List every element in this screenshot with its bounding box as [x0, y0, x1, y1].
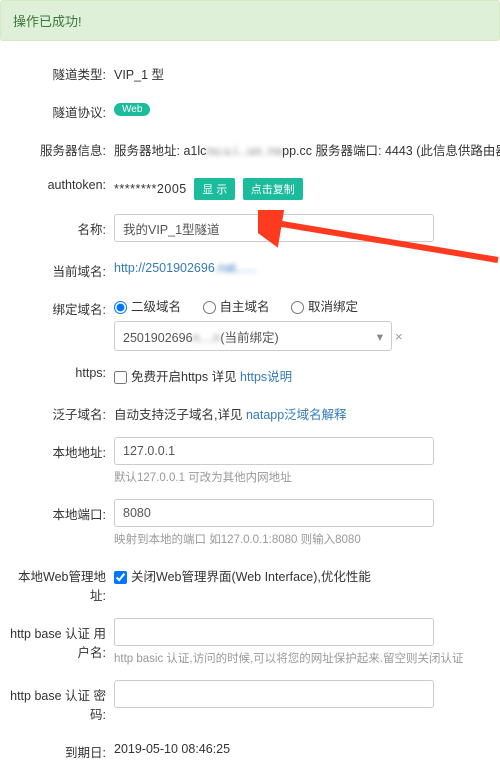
web-admin-checkbox[interactable] [114, 571, 127, 584]
label-https: https: [6, 361, 114, 380]
web-admin-checkbox-label[interactable]: 关闭Web管理界面(Web Interface),优化性能 [114, 570, 371, 584]
radio-unbind[interactable]: 取消绑定 [291, 300, 358, 314]
wildcard-text: 自动支持泛子域名,详见 [114, 408, 246, 422]
server-addr-suffix: pp.cc 服务器端口: 4443 (此信息供路由器插件 [282, 144, 500, 158]
label-local-port: 本地端口: [6, 499, 114, 523]
label-http-user: http base 认证 用户名: [6, 618, 114, 661]
row-web-admin: 本地Web管理地址: 关闭Web管理界面(Web Interface),优化性能 [0, 561, 500, 604]
https-checkbox[interactable] [114, 371, 127, 384]
label-http-pass: http base 认证 密码: [6, 680, 114, 723]
row-tunnel-proto: 隧道协议: Web [0, 97, 500, 121]
select-value-suffix: (当前绑定) [220, 331, 278, 345]
row-http-pass: http base 认证 密码: [0, 680, 500, 723]
label-server-info: 服务器信息: [6, 135, 114, 159]
copy-token-button[interactable]: 点击复制 [243, 178, 303, 200]
row-https: https: 免费开启https 详见 https说明 [0, 361, 500, 385]
success-banner: 操作已成功! [0, 0, 500, 41]
bind-domain-select[interactable]: 2501902696n....n(当前绑定) ▾ [114, 321, 392, 351]
domain-link-blur: .nat...... [215, 261, 257, 275]
web-badge: Web [114, 103, 150, 116]
value-http-pass [114, 680, 500, 708]
value-authtoken: ********2005 显 示 点击复制 [114, 173, 500, 200]
radio-second-level-input[interactable] [114, 301, 127, 314]
row-local-addr: 本地地址: 默认127.0.0.1 可改为其他内网地址 [0, 437, 500, 485]
radio-custom-domain-label: 自主域名 [220, 300, 270, 314]
label-authtoken: authtoken: [6, 173, 114, 192]
value-name [114, 214, 500, 242]
value-https: 免费开启https 详见 https说明 [114, 361, 500, 385]
row-wildcard: 泛子域名: 自动支持泛子域名,详见 natapp泛域名解释 [0, 399, 500, 423]
server-addr-blur: ou.u.i...uo..na [206, 144, 282, 158]
domain-link-text: http://2501902696 [114, 261, 215, 275]
radio-second-level-label: 二级域名 [131, 300, 181, 314]
label-expire: 到期日: [6, 737, 114, 761]
row-local-port: 本地端口: 映射到本地的端口 如127.0.0.1:8080 则输入8080 [0, 499, 500, 547]
label-current-domain: 当前域名: [6, 256, 114, 280]
wildcard-help-link[interactable]: natapp泛域名解释 [246, 408, 347, 422]
label-tunnel-type: 隧道类型: [6, 59, 114, 83]
https-help-link[interactable]: https说明 [240, 370, 292, 384]
https-text: 免费开启https 详见 [131, 370, 240, 384]
label-name: 名称: [6, 214, 114, 238]
value-web-admin: 关闭Web管理界面(Web Interface),优化性能 [114, 561, 500, 585]
value-http-user: http basic 认证,访问的时候,可以将您的网址保护起来.留空则关闭认证 [114, 618, 500, 666]
http-user-help: http basic 认证,访问的时候,可以将您的网址保护起来.留空则关闭认证 [114, 650, 500, 666]
local-port-input[interactable] [114, 499, 434, 527]
label-bind-domain: 绑定域名: [6, 294, 114, 318]
radio-unbind-input[interactable] [291, 301, 304, 314]
local-addr-input[interactable] [114, 437, 434, 465]
row-server-info: 服务器信息: 服务器地址: a1lcou.u.i...uo..napp.cc 服… [0, 135, 500, 159]
label-local-addr: 本地地址: [6, 437, 114, 461]
value-current-domain: http://2501902696.nat...... [114, 256, 500, 275]
http-user-input[interactable] [114, 618, 434, 646]
row-tunnel-type: 隧道类型: VIP_1 型 [0, 59, 500, 83]
row-name: 名称: [0, 214, 500, 242]
select-value-blur: n....n [193, 331, 221, 345]
label-wildcard: 泛子域名: [6, 399, 114, 423]
value-tunnel-proto: Web [114, 97, 500, 116]
select-value-text: 2501902696 [123, 331, 193, 345]
https-checkbox-label[interactable]: 免费开启https 详见 https说明 [114, 370, 292, 384]
show-token-button[interactable]: 显 示 [194, 178, 235, 200]
value-local-addr: 默认127.0.0.1 可改为其他内网地址 [114, 437, 500, 485]
local-port-help: 映射到本地的端口 如127.0.0.1:8080 则输入8080 [114, 531, 500, 547]
value-local-port: 映射到本地的端口 如127.0.0.1:8080 则输入8080 [114, 499, 500, 547]
current-domain-link[interactable]: http://2501902696.nat...... [114, 261, 256, 275]
value-wildcard: 自动支持泛子域名,详见 natapp泛域名解释 [114, 399, 500, 423]
authtoken-masked: ********2005 [114, 182, 187, 196]
name-input[interactable] [114, 214, 434, 242]
value-server-info: 服务器地址: a1lcou.u.i...uo..napp.cc 服务器端口: 4… [114, 135, 500, 159]
row-current-domain: 当前域名: http://2501902696.nat...... [0, 256, 500, 280]
local-addr-help: 默认127.0.0.1 可改为其他内网地址 [114, 469, 500, 485]
radio-second-level[interactable]: 二级域名 [114, 300, 181, 314]
radio-unbind-label: 取消绑定 [308, 300, 358, 314]
web-admin-text: 关闭Web管理界面(Web Interface),优化性能 [131, 570, 371, 584]
server-addr-prefix: 服务器地址: a1lc [114, 144, 206, 158]
value-tunnel-type: VIP_1 型 [114, 59, 500, 83]
row-expire: 到期日: 2019-05-10 08:46:25 [0, 737, 500, 761]
value-expire: 2019-05-10 08:46:25 [114, 737, 500, 756]
row-http-user: http base 认证 用户名: http basic 认证,访问的时候,可以… [0, 618, 500, 666]
chevron-down-icon: ▾ [377, 329, 383, 344]
label-tunnel-proto: 隧道协议: [6, 97, 114, 121]
radio-custom-domain-input[interactable] [203, 301, 216, 314]
clear-select-button[interactable]: × [395, 329, 403, 344]
value-bind-domain: 二级域名 自主域名 取消绑定 2501902696n....n(当前绑定) ▾ … [114, 294, 500, 351]
row-bind-domain: 绑定域名: 二级域名 自主域名 取消绑定 2501902696n....n(当前… [0, 294, 500, 351]
radio-custom-domain[interactable]: 自主域名 [203, 300, 270, 314]
row-authtoken: authtoken: ********2005 显 示 点击复制 [0, 173, 500, 200]
label-web-admin: 本地Web管理地址: [6, 561, 114, 604]
http-pass-input[interactable] [114, 680, 434, 708]
